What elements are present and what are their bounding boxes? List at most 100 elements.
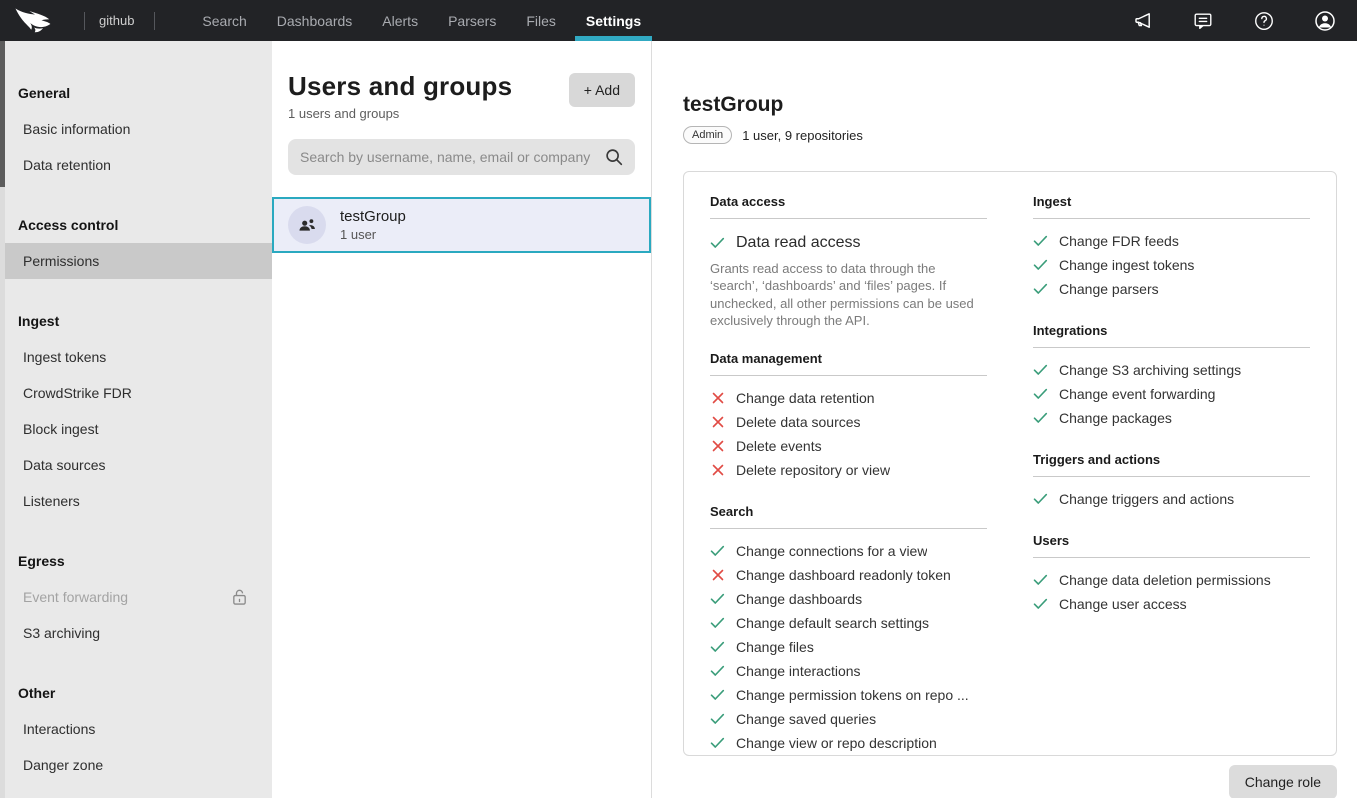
sidebar-item-basic-information[interactable]: Basic information: [0, 111, 272, 147]
permission-label: Change S3 archiving settings: [1059, 362, 1241, 378]
permission-label: Change saved queries: [736, 711, 876, 727]
sidebar-item-s3-archiving[interactable]: S3 archiving: [0, 615, 272, 651]
top-navigation-bar: github Search Dashboards Alerts Parsers …: [0, 0, 1357, 41]
sidebar-item-permissions[interactable]: Permissions: [0, 243, 272, 279]
nav-item-dashboards[interactable]: Dashboards: [262, 0, 368, 41]
permission-label: Change files: [736, 639, 814, 655]
sidebar-section-title: Access control: [0, 207, 272, 243]
permission-group: Search Change connections for a viewChan…: [710, 504, 987, 756]
primary-nav: Search Dashboards Alerts Parsers Files S…: [187, 0, 656, 41]
check-icon: [710, 545, 725, 557]
permission-description: Grants read access to data through the ‘…: [710, 260, 987, 329]
nav-item-parsers[interactable]: Parsers: [433, 0, 511, 41]
sidebar-item-data-sources[interactable]: Data sources: [0, 447, 272, 483]
sidebar-item-label: Interactions: [23, 721, 95, 737]
permission-label: Change dashboards: [736, 591, 862, 607]
sidebar-item-label: Event forwarding: [23, 589, 128, 605]
permission-item-change-ingest-tokens: Change ingest tokens: [1033, 253, 1310, 277]
sidebar-item-listeners[interactable]: Listeners: [0, 483, 272, 519]
crowdstrike-logo[interactable]: [14, 7, 56, 34]
sidebar-item-danger-zone[interactable]: Danger zone: [0, 747, 272, 783]
permission-item-delete-data-sources: Delete data sources: [710, 410, 987, 434]
permission-group: Data access Data read access Grants read …: [710, 194, 987, 329]
check-icon: [1033, 283, 1048, 295]
x-icon: [710, 416, 725, 428]
change-role-button[interactable]: Change role: [1229, 765, 1337, 798]
permission-label: Delete events: [736, 438, 822, 454]
sidebar-section: Access control Permissions: [0, 207, 272, 279]
check-icon: [1033, 412, 1048, 424]
group-list-item-testgroup[interactable]: testGroup 1 user: [272, 197, 651, 253]
permission-group: Triggers and actions Change triggers and…: [1033, 452, 1310, 511]
check-icon: [710, 593, 725, 605]
permission-item-change-event-forwarding: Change event forwarding: [1033, 382, 1310, 406]
sidebar-item-event-forwarding: Event forwarding: [0, 579, 272, 615]
check-icon: [710, 617, 725, 629]
sidebar-section-title: Other: [0, 675, 272, 711]
nav-item-settings[interactable]: Settings: [571, 0, 656, 41]
sidebar-item-data-retention[interactable]: Data retention: [0, 147, 272, 183]
sidebar-item-label: Block ingest: [23, 421, 98, 437]
check-icon: [710, 713, 725, 725]
role-badge: Admin: [683, 126, 732, 144]
scrollbar-thumb[interactable]: [0, 41, 5, 187]
check-icon: [1033, 388, 1048, 400]
megaphone-icon[interactable]: [1130, 9, 1154, 33]
sidebar-item-ingest-tokens[interactable]: Ingest tokens: [0, 339, 272, 375]
add-button[interactable]: + Add: [569, 73, 635, 107]
search-icon[interactable]: [603, 146, 625, 173]
permission-group-title: Users: [1033, 533, 1310, 558]
sidebar-item-interactions[interactable]: Interactions: [0, 711, 272, 747]
check-icon: [1033, 493, 1048, 505]
check-icon: [1033, 574, 1048, 586]
check-icon: [710, 641, 725, 653]
permission-group-title: Search: [710, 504, 987, 529]
account-icon[interactable]: [1313, 9, 1337, 33]
check-icon: [710, 665, 725, 677]
nav-right-icons: [1130, 9, 1341, 33]
check-icon: [1033, 598, 1048, 610]
permission-item-data-read-access: Data read access: [710, 229, 987, 257]
repository-name[interactable]: github: [99, 13, 134, 28]
group-detail-panel: testGroup Admin 1 user, 9 repositories D…: [652, 41, 1357, 798]
group-avatar-icon: [288, 206, 326, 244]
nav-item-alerts[interactable]: Alerts: [367, 0, 433, 41]
permission-item-delete-events: Delete events: [710, 434, 987, 458]
permission-item-change-permission-tokens-on-repo: Change permission tokens on repo ...: [710, 683, 987, 707]
sidebar-item-label: Data sources: [23, 457, 105, 473]
permission-item-change-default-search-settings: Change default search settings: [710, 611, 987, 635]
sidebar-item-block-ingest[interactable]: Block ingest: [0, 411, 272, 447]
app-window: github Search Dashboards Alerts Parsers …: [0, 0, 1357, 798]
nav-item-files[interactable]: Files: [511, 0, 571, 41]
sidebar-section: Ingest Ingest tokensCrowdStrike FDR Block…: [0, 303, 272, 519]
permission-label: Data read access: [736, 234, 861, 252]
search-input[interactable]: [288, 139, 635, 175]
sidebar-section-title: Egress: [0, 543, 272, 579]
sidebar-item-crowdstrike-fdr[interactable]: CrowdStrike FDR: [0, 375, 272, 411]
nav-divider: [154, 12, 155, 30]
permission-item-change-data-deletion-permissions: Change data deletion permissions: [1033, 568, 1310, 592]
permission-item-change-saved-queries: Change saved queries: [710, 707, 987, 731]
permission-group: Data management Change data retentionDel…: [710, 351, 987, 482]
sidebar-section-title: Ingest: [0, 303, 272, 339]
permission-group-title: Data access: [710, 194, 987, 219]
permission-label: Change event forwarding: [1059, 386, 1215, 402]
sidebar-item-label: S3 archiving: [23, 625, 100, 641]
check-icon: [710, 737, 725, 749]
permission-label: Change packages: [1059, 410, 1172, 426]
permission-group: Integrations Change S3 archiving setting…: [1033, 323, 1310, 430]
sidebar-scrollbar[interactable]: [0, 41, 5, 798]
permission-item-change-files: Change files: [710, 635, 987, 659]
permission-label: Change triggers and actions: [1059, 491, 1234, 507]
permission-item-change-s3-archiving-settings: Change S3 archiving settings: [1033, 358, 1310, 382]
permission-item-change-packages: Change packages: [1033, 406, 1310, 430]
feedback-icon[interactable]: [1191, 9, 1215, 33]
settings-sidebar: General Basic informationData retention …: [0, 41, 272, 798]
nav-item-search[interactable]: Search: [187, 0, 261, 41]
help-icon[interactable]: [1252, 9, 1276, 33]
permission-group: Ingest Change FDR feedsChange ingest tok…: [1033, 194, 1310, 301]
permissions-column-2: Ingest Change FDR feedsChange ingest tok…: [1033, 194, 1310, 733]
check-icon: [1033, 235, 1048, 247]
x-icon: [710, 440, 725, 452]
sidebar-section: General Basic informationData retention: [0, 75, 272, 183]
